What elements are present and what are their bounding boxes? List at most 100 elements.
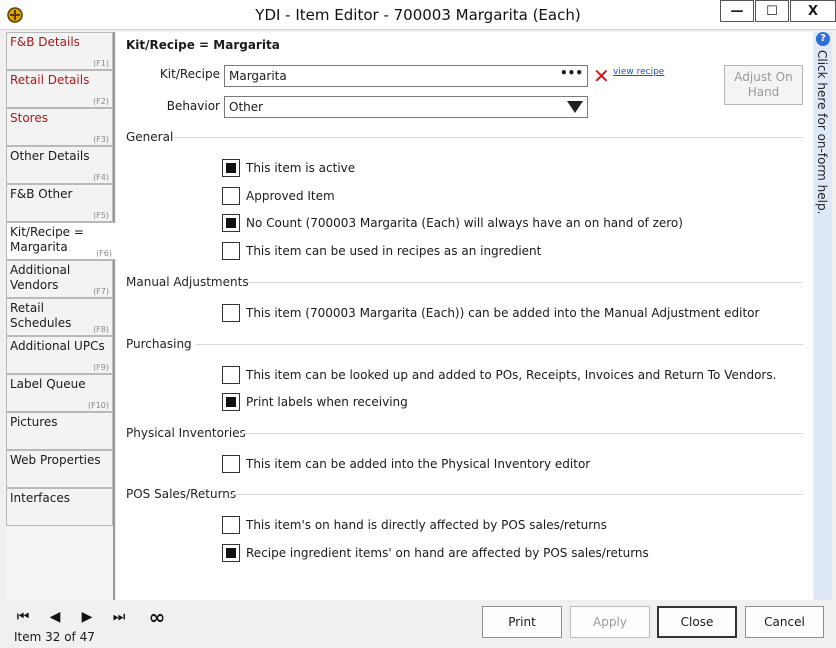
print-labels-option[interactable]: Print labels when receiving — [222, 393, 408, 411]
view-recipe-link[interactable]: view recipe — [613, 67, 664, 77]
next-record-icon[interactable]: ▶ — [76, 608, 98, 626]
chevron-down-icon — [567, 101, 583, 113]
manual-adjust-option[interactable]: This item (700003 Margarita (Each)) can … — [222, 304, 759, 322]
nav-shortcut: (F9) — [93, 363, 109, 372]
nav-item-fb-details[interactable]: F&B Details (F1) — [6, 32, 113, 70]
nav-label: Interfaces — [10, 491, 70, 505]
behavior-value: Other — [229, 100, 264, 114]
kit-recipe-input[interactable]: Margarita ••• — [224, 65, 588, 87]
no-count-label: No Count (700003 Margarita (Each) will a… — [246, 216, 683, 230]
kit-recipe-value: Margarita — [229, 69, 287, 83]
nav-shortcut: (F4) — [93, 173, 109, 182]
previous-record-icon[interactable]: ◀ — [44, 608, 66, 626]
nav-label: Pictures — [10, 415, 58, 429]
cancel-button[interactable]: Cancel — [745, 606, 824, 638]
purchasing-label: This item can be looked up and added to … — [246, 368, 777, 382]
nav-shortcut: (F3) — [93, 135, 109, 144]
nav-item-pictures[interactable]: Pictures — [6, 412, 113, 450]
recipe-ingredient-checkbox[interactable] — [222, 242, 240, 260]
first-record-icon[interactable]: ⏮ — [12, 608, 34, 626]
physical-inventory-checkbox[interactable] — [222, 455, 240, 473]
manual-adjust-checkbox[interactable] — [222, 304, 240, 322]
approved-checkbox[interactable] — [222, 187, 240, 205]
divider — [232, 494, 803, 495]
nav-label: Other Details — [10, 149, 90, 163]
divider — [241, 433, 803, 434]
title-bar: YDI - Item Editor - 700003 Margarita (Ea… — [0, 0, 836, 30]
nav-label: Stores — [10, 111, 48, 125]
recipe-ingredient-option[interactable]: This item can be used in recipes as an i… — [222, 242, 541, 260]
section-general: General — [126, 130, 174, 144]
behavior-select[interactable]: Other — [224, 96, 588, 118]
nav-shortcut: (F6) — [96, 249, 112, 258]
pos-direct-label: This item's on hand is directly affected… — [246, 518, 607, 532]
nav-label: Retail Details — [10, 73, 90, 87]
nav-item-label-queue[interactable]: Label Queue (F10) — [6, 374, 113, 412]
nav-item-fb-other[interactable]: F&B Other (F5) — [6, 184, 113, 222]
section-manual-adjustments: Manual Adjustments — [126, 275, 249, 289]
window-title: YDI - Item Editor - 700003 Margarita (Ea… — [255, 6, 581, 24]
active-checkbox[interactable] — [222, 159, 240, 177]
last-record-icon[interactable]: ⏭ — [108, 608, 130, 626]
purchasing-checkbox[interactable] — [222, 366, 240, 384]
nav-item-stores[interactable]: Stores (F3) — [6, 108, 113, 146]
adjust-on-hand-button[interactable]: Adjust On Hand — [724, 65, 803, 105]
close-window-button[interactable]: X — [790, 0, 836, 22]
nav-item-additional-vendors[interactable]: Additional Vendors (F7) — [6, 260, 113, 298]
maximize-button[interactable]: ☐ — [755, 0, 789, 22]
nav-shortcut: (F2) — [93, 97, 109, 106]
nav-label: Web Properties — [10, 453, 101, 467]
nav-label: Label Queue — [10, 377, 86, 391]
no-count-checkbox[interactable] — [222, 214, 240, 232]
apply-button[interactable]: Apply — [570, 606, 650, 638]
recipe-ingredient-label: This item can be used in recipes as an i… — [246, 244, 542, 258]
pos-recipe-label: Recipe ingredient items' on hand are aff… — [246, 546, 649, 560]
section-nav: F&B Details (F1) Retail Details (F2) Sto… — [6, 32, 116, 600]
nav-item-retail-details[interactable]: Retail Details (F2) — [6, 70, 113, 108]
nav-item-retail-schedules[interactable]: Retail Schedules (F8) — [6, 298, 113, 336]
nav-label: Additional UPCs — [10, 339, 105, 353]
approved-option[interactable]: Approved Item — [222, 187, 335, 205]
section-physical-inventories: Physical Inventories — [126, 426, 246, 440]
nav-label: F&B Other — [10, 187, 73, 201]
minimize-button[interactable]: — — [720, 0, 754, 22]
purchasing-option[interactable]: This item can be looked up and added to … — [222, 366, 776, 384]
no-count-option[interactable]: No Count (700003 Margarita (Each) will a… — [222, 214, 683, 232]
nav-shortcut: (F10) — [87, 401, 109, 410]
nav-item-web-properties[interactable]: Web Properties — [6, 450, 113, 488]
approved-label: Approved Item — [246, 189, 335, 203]
help-icon[interactable]: ? — [816, 32, 830, 46]
close-button[interactable]: Close — [657, 606, 737, 638]
divider — [248, 282, 803, 283]
active-option[interactable]: This item is active — [222, 159, 355, 177]
footer-bar: ⏮ ◀ ▶ ⏭ ∞ Item 32 of 47 Print Apply Clos… — [0, 600, 836, 648]
pos-recipe-checkbox[interactable] — [222, 544, 240, 562]
nav-label: F&B Details — [10, 35, 80, 49]
page-title: Kit/Recipe = Margarita — [126, 38, 280, 52]
physical-inventory-option[interactable]: This item can be added into the Physical… — [222, 455, 590, 473]
nav-item-kit-recipe[interactable]: Kit/Recipe = Margarita (F6) — [6, 222, 116, 260]
pos-direct-option[interactable]: This item's on hand is directly affected… — [222, 516, 607, 534]
main-panel: Kit/Recipe = Margarita Kit/Recipe Margar… — [116, 32, 813, 600]
help-strip[interactable]: ? Click here for on-form help. — [814, 32, 832, 600]
help-text[interactable]: Click here for on-form help. — [815, 50, 829, 214]
nav-shortcut: (F1) — [93, 59, 109, 68]
infinity-icon[interactable]: ∞ — [146, 605, 168, 629]
pos-direct-checkbox[interactable] — [222, 516, 240, 534]
physical-inventory-label: This item can be added into the Physical… — [246, 457, 591, 471]
print-button[interactable]: Print — [482, 606, 562, 638]
divider — [196, 344, 803, 345]
kit-recipe-label: Kit/Recipe — [159, 67, 220, 81]
nav-item-other-details[interactable]: Other Details (F4) — [6, 146, 113, 184]
print-labels-checkbox[interactable] — [222, 393, 240, 411]
pos-recipe-option[interactable]: Recipe ingredient items' on hand are aff… — [222, 544, 649, 562]
nav-shortcut: (F5) — [93, 211, 109, 220]
clear-icon[interactable]: ✕ — [593, 66, 610, 86]
print-labels-label: Print labels when receiving — [246, 395, 408, 409]
browse-icon[interactable]: ••• — [560, 66, 583, 80]
nav-item-additional-upcs[interactable]: Additional UPCs (F9) — [6, 336, 113, 374]
nav-item-interfaces[interactable]: Interfaces — [6, 488, 113, 526]
manual-adjust-label: This item (700003 Margarita (Each)) can … — [246, 306, 760, 320]
behavior-label: Behavior — [166, 99, 220, 113]
nav-shortcut: (F7) — [93, 287, 109, 296]
